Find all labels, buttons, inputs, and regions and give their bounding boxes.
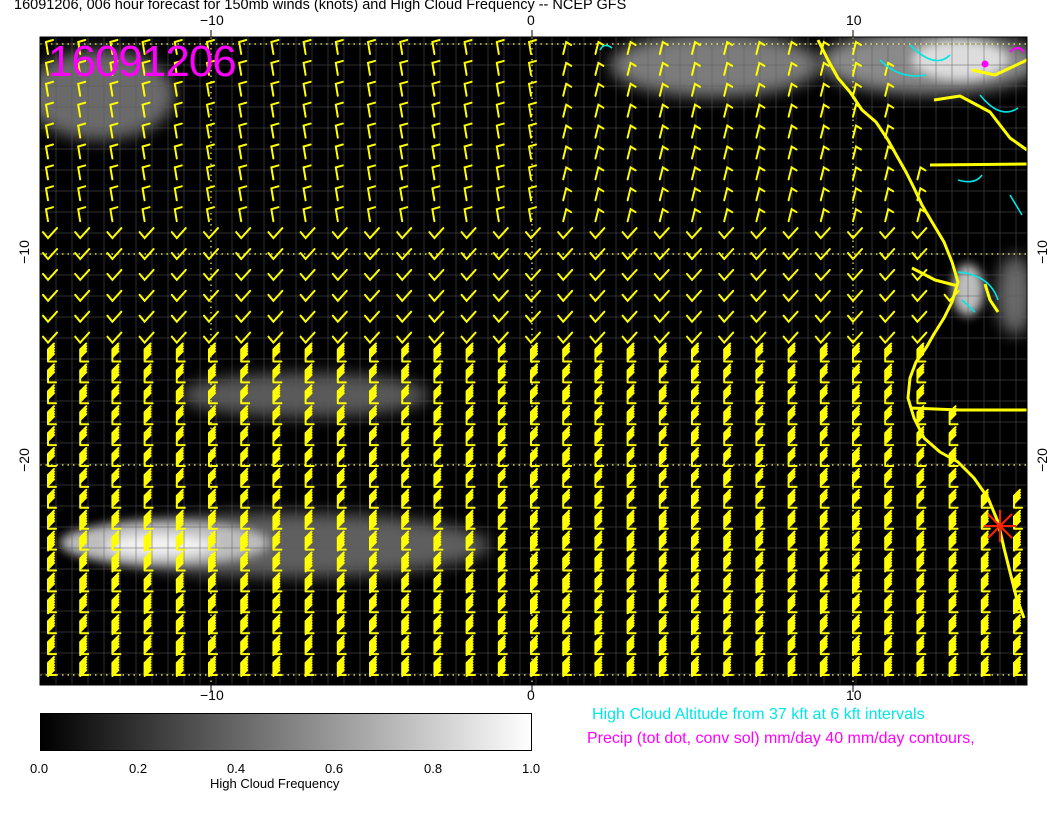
colorbar-tick-3: 0.6 — [325, 761, 344, 776]
colorbar-tick-2: 0.4 — [227, 761, 246, 776]
colorbar — [40, 713, 532, 751]
forecast-stamp: 16091206 — [48, 37, 237, 86]
colorbar-tick-5: 1.0 — [522, 761, 541, 776]
asterisk-icon — [984, 510, 1016, 542]
cloud-altitude-note: High Cloud Altitude from 37 kft at 6 kft… — [592, 706, 925, 723]
colorbar-tick-0: 0.0 — [30, 761, 49, 776]
colorbar-tick-1: 0.2 — [129, 761, 148, 776]
colorbar-label: High Cloud Frequency — [210, 776, 340, 791]
forecast-map — [39, 30, 1028, 692]
precip-note: Precip (tot dot, conv sol) mm/day 40 mm/… — [587, 730, 975, 747]
colorbar-tick-4: 0.8 — [424, 761, 443, 776]
